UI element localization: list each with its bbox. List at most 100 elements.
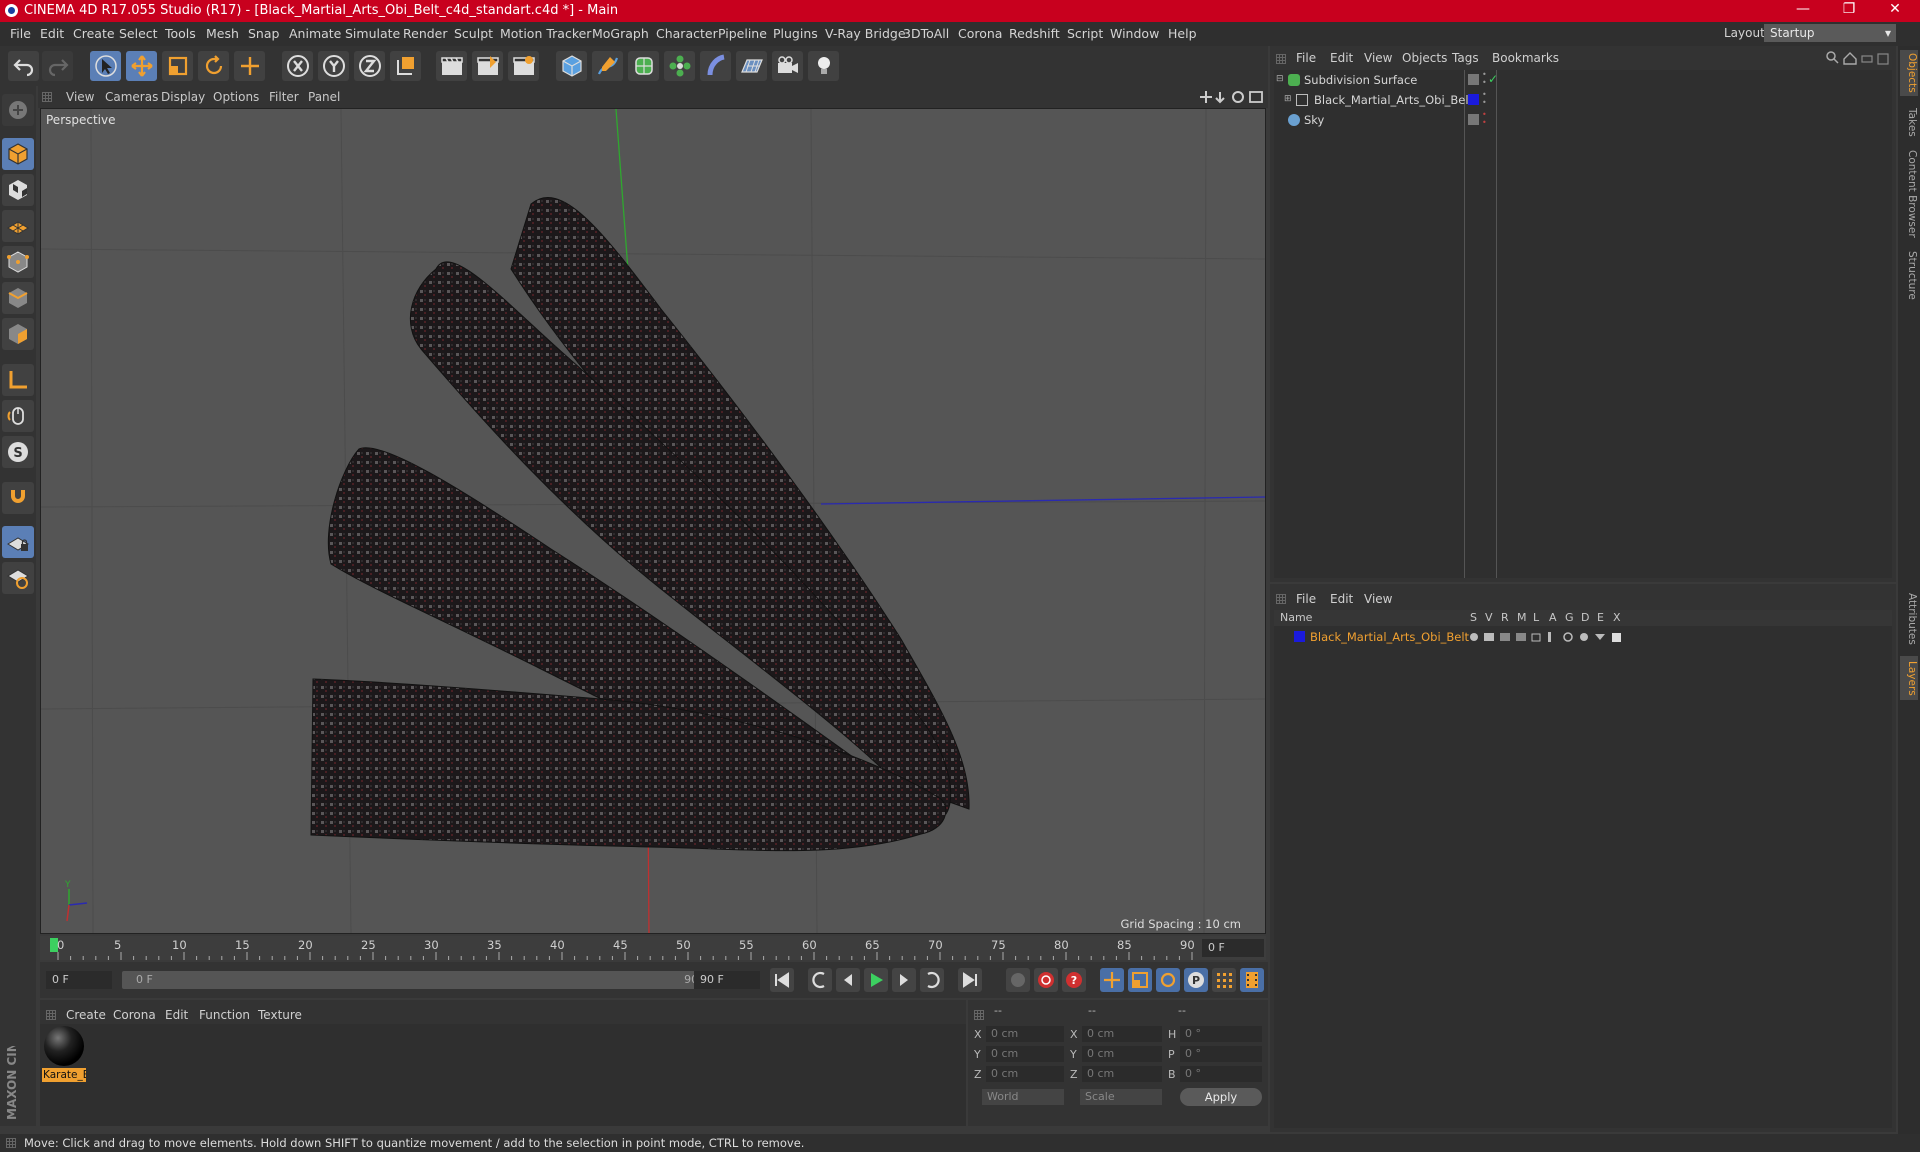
select-tool-button[interactable] bbox=[90, 51, 121, 81]
viewport-menu-filter[interactable]: Filter bbox=[269, 90, 299, 104]
object-manager-nav-icons[interactable] bbox=[1826, 51, 1890, 65]
menu-mograph[interactable]: MoGraph bbox=[592, 26, 649, 41]
go-to-end-button[interactable] bbox=[958, 968, 982, 992]
layer-menu-view[interactable]: View bbox=[1364, 592, 1392, 606]
position-z-field[interactable]: 0 cm bbox=[986, 1066, 1064, 1082]
close-button[interactable]: ✕ bbox=[1880, 1, 1910, 21]
planar-workplane-button[interactable] bbox=[2, 562, 34, 594]
tweak-mode-button[interactable] bbox=[2, 400, 34, 432]
keyframe-mode-button[interactable] bbox=[1006, 968, 1030, 992]
workplane-mode-button[interactable] bbox=[2, 210, 34, 242]
menu-select[interactable]: Select bbox=[119, 26, 158, 41]
menu-create[interactable]: Create bbox=[73, 26, 115, 41]
snap-button[interactable] bbox=[2, 482, 34, 514]
menu-pipeline[interactable]: Pipeline bbox=[718, 26, 767, 41]
menu-file[interactable]: File bbox=[10, 26, 31, 41]
viewport-nav-icons[interactable] bbox=[1198, 89, 1266, 105]
menu-script[interactable]: Script bbox=[1067, 26, 1103, 41]
object-menu-view[interactable]: View bbox=[1364, 51, 1392, 65]
camera-button[interactable] bbox=[772, 51, 803, 81]
size-x-field[interactable]: 0 cm bbox=[1082, 1026, 1162, 1042]
viewport-menu-view[interactable]: View bbox=[66, 90, 94, 104]
visibility-dots-icon[interactable]: • • bbox=[1482, 111, 1487, 127]
position-x-field[interactable]: 0 cm bbox=[986, 1026, 1064, 1042]
light-button[interactable] bbox=[808, 51, 839, 81]
next-frame-button[interactable] bbox=[892, 968, 916, 992]
tab-objects[interactable]: Objects bbox=[1900, 50, 1918, 96]
object-menu-file[interactable]: File bbox=[1296, 51, 1316, 65]
prev-key-button[interactable] bbox=[808, 968, 832, 992]
spline-pen-button[interactable] bbox=[592, 51, 623, 81]
cloner-button[interactable] bbox=[664, 51, 695, 81]
prev-frame-button[interactable] bbox=[836, 968, 860, 992]
size-y-field[interactable]: 0 cm bbox=[1082, 1046, 1162, 1062]
layout-select[interactable]: Startup bbox=[1764, 24, 1896, 42]
play-button[interactable] bbox=[864, 968, 888, 992]
object-row-belt[interactable]: ⊞ Black_Martial_Arts_Obi_Belt • • bbox=[1274, 90, 1892, 110]
rotation-h-field[interactable]: 0 ° bbox=[1180, 1026, 1262, 1042]
key-position-button[interactable] bbox=[1100, 968, 1124, 992]
menu-3dtoall[interactable]: 3DToAll bbox=[903, 26, 949, 41]
collapse-toggle-icon[interactable]: ⊟ bbox=[1276, 74, 1284, 84]
menu-window[interactable]: Window bbox=[1110, 26, 1159, 41]
material-swatch[interactable]: Karate_B bbox=[42, 1026, 86, 1082]
expand-toggle-icon[interactable]: ⊞ bbox=[1284, 94, 1292, 104]
viewport-menu-options[interactable]: Options bbox=[213, 90, 259, 104]
object-menu-edit[interactable]: Edit bbox=[1330, 51, 1353, 65]
start-frame-field[interactable]: 0 F bbox=[46, 971, 112, 989]
minimize-button[interactable]: — bbox=[1788, 1, 1818, 21]
cube-object-button[interactable] bbox=[556, 51, 587, 81]
key-scale-button[interactable] bbox=[1128, 968, 1152, 992]
coordinate-system-button[interactable] bbox=[390, 51, 421, 81]
object-row-sky[interactable]: Sky • • bbox=[1274, 110, 1892, 130]
timeline-window-button[interactable] bbox=[1240, 968, 1264, 992]
layer-row[interactable]: Black_Martial_Arts_Obi_Belt bbox=[1274, 628, 1892, 646]
layer-color-swatch[interactable] bbox=[1294, 631, 1305, 642]
layer-tag-icon[interactable] bbox=[1468, 74, 1479, 85]
visibility-dots-icon[interactable]: • • bbox=[1482, 91, 1487, 107]
rotation-b-field[interactable]: 0 ° bbox=[1180, 1066, 1262, 1082]
restore-button[interactable]: ❐ bbox=[1834, 1, 1864, 21]
live-selection-button[interactable] bbox=[234, 51, 265, 81]
next-key-button[interactable] bbox=[920, 968, 944, 992]
object-row-subdivision-surface[interactable]: ⊟ Subdivision Surface • • ✓ bbox=[1274, 70, 1892, 90]
tab-takes[interactable]: Takes bbox=[1900, 102, 1918, 142]
menu-help[interactable]: Help bbox=[1168, 26, 1197, 41]
menu-animate[interactable]: Animate bbox=[289, 26, 341, 41]
menu-edit[interactable]: Edit bbox=[40, 26, 64, 41]
viewport-menu-cameras[interactable]: Cameras bbox=[105, 90, 158, 104]
polygon-mode-button[interactable] bbox=[2, 318, 34, 350]
menu-motion-tracker[interactable]: Motion Tracker bbox=[500, 26, 591, 41]
locked-workplane-button[interactable] bbox=[2, 526, 34, 558]
viewport-menu-display[interactable]: Display bbox=[161, 90, 205, 104]
layer-tag-icon[interactable] bbox=[1468, 114, 1479, 125]
menu-corona[interactable]: Corona bbox=[958, 26, 1002, 41]
floor-button[interactable] bbox=[736, 51, 767, 81]
z-axis-lock-button[interactable] bbox=[354, 51, 385, 81]
timeline-ruler[interactable]: 0 5 10 15 20 25 30 35 40 45 50 55 60 65 … bbox=[40, 936, 1266, 960]
object-menu-tags[interactable]: Tags bbox=[1452, 51, 1479, 65]
menu-snap[interactable]: Snap bbox=[248, 26, 279, 41]
y-axis-lock-button[interactable] bbox=[318, 51, 349, 81]
go-to-start-button[interactable] bbox=[770, 968, 794, 992]
material-menu-function[interactable]: Function bbox=[199, 1008, 250, 1022]
menu-simulate[interactable]: Simulate bbox=[345, 26, 400, 41]
solo-button[interactable]: S bbox=[2, 436, 34, 468]
tab-layers[interactable]: Layers bbox=[1900, 656, 1918, 700]
key-parameter-button[interactable]: P bbox=[1184, 968, 1208, 992]
visibility-dots-icon[interactable]: • • bbox=[1482, 71, 1487, 87]
material-menu-corona[interactable]: Corona bbox=[113, 1008, 156, 1022]
current-frame-field[interactable]: 0 F bbox=[1202, 939, 1264, 957]
apply-button[interactable]: Apply bbox=[1180, 1088, 1262, 1106]
rotation-p-field[interactable]: 0 ° bbox=[1180, 1046, 1262, 1062]
object-menu-bookmarks[interactable]: Bookmarks bbox=[1492, 51, 1559, 65]
key-rotation-button[interactable] bbox=[1156, 968, 1180, 992]
range-slider[interactable]: 0 F 90 F bbox=[122, 971, 726, 989]
make-editable-button[interactable] bbox=[2, 94, 34, 126]
perspective-viewport[interactable]: Y Perspective Grid Spacing : 10 cm bbox=[40, 108, 1266, 934]
layer-color-icon[interactable] bbox=[1468, 94, 1479, 105]
subdivision-surface-button[interactable] bbox=[628, 51, 659, 81]
tab-attributes[interactable]: Attributes bbox=[1900, 586, 1918, 652]
size-z-field[interactable]: 0 cm bbox=[1082, 1066, 1162, 1082]
texture-mode-button[interactable] bbox=[2, 174, 34, 206]
